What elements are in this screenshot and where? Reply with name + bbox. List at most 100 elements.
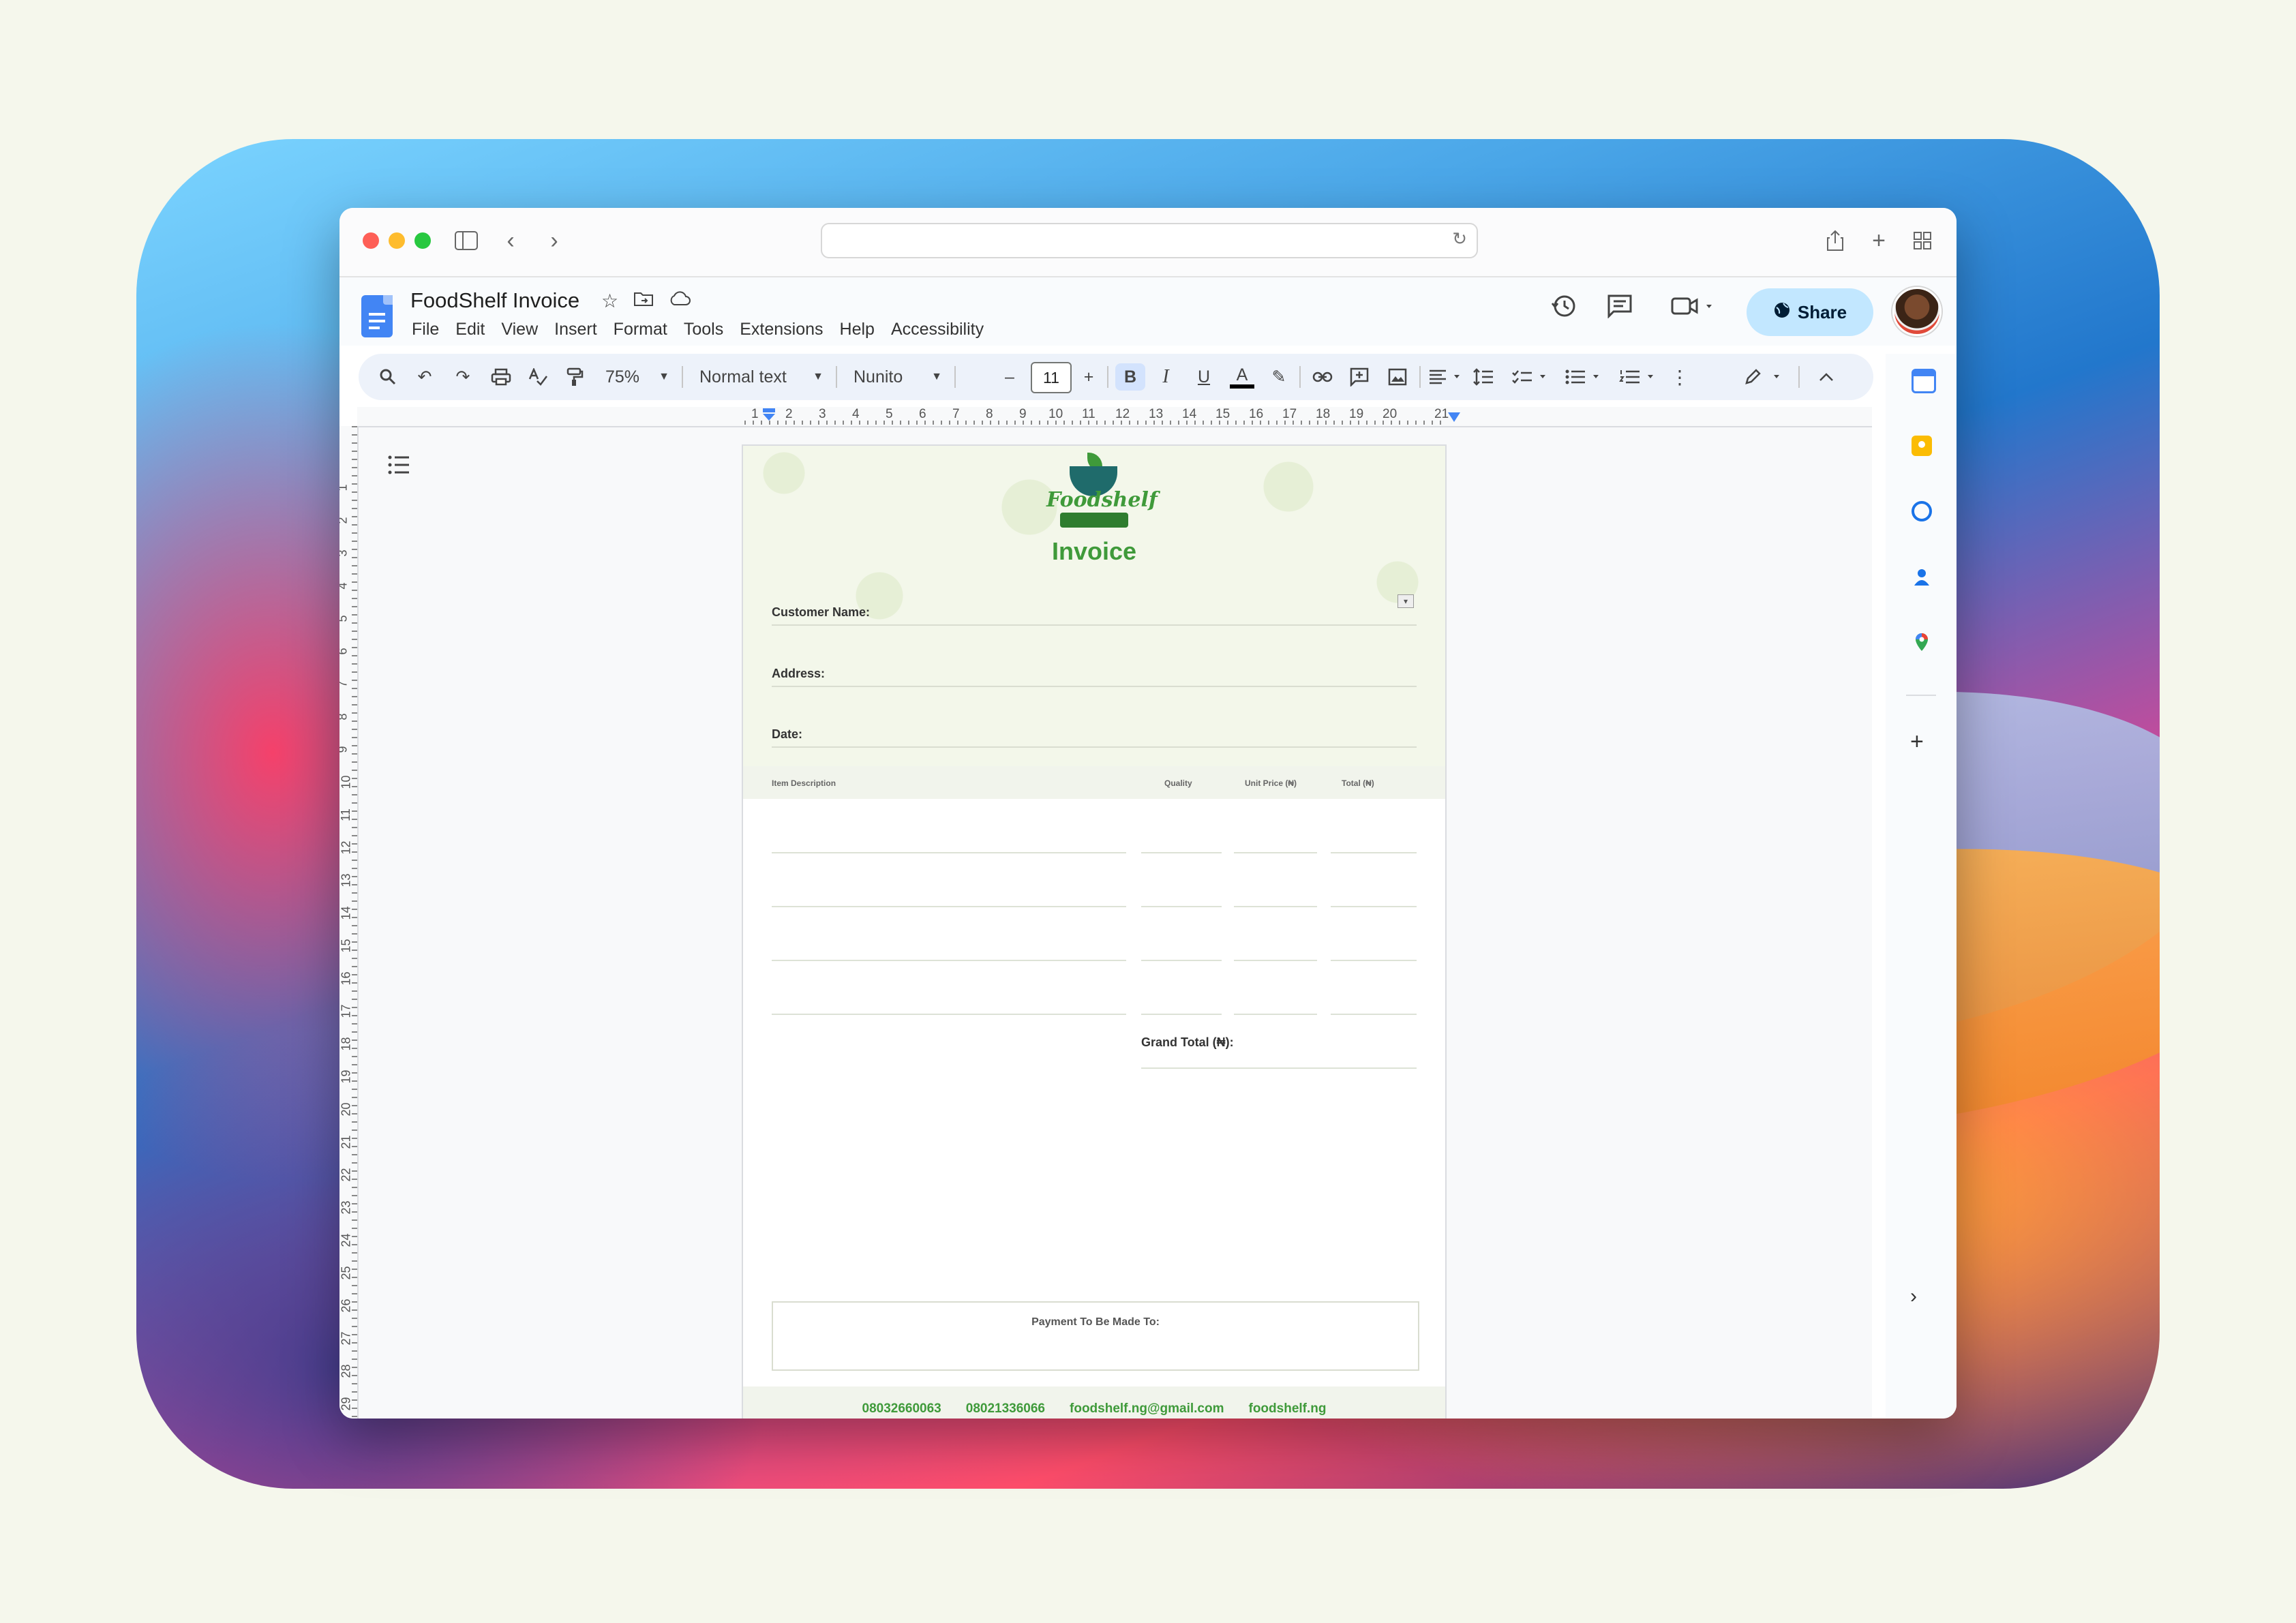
insert-image-icon[interactable] — [1385, 363, 1410, 391]
search-menus-icon[interactable] — [378, 363, 398, 391]
numbered-list-icon[interactable] — [1618, 363, 1661, 391]
highlight-color-icon[interactable]: ✎ — [1267, 363, 1291, 391]
redo-icon[interactable]: ↷ — [453, 363, 473, 391]
checklist-icon[interactable] — [1511, 363, 1553, 391]
reload-icon[interactable]: ↻ — [1452, 228, 1467, 249]
undo-icon[interactable]: ↶ — [414, 363, 435, 391]
payment-details-box[interactable]: Payment To Be Made To: — [772, 1301, 1419, 1371]
ruler-h-label: 15 — [1215, 407, 1230, 421]
menu-edit[interactable]: Edit — [455, 320, 485, 339]
grand-total-line[interactable] — [1141, 1067, 1417, 1069]
more-options-icon[interactable]: ⋮ — [1670, 363, 1689, 391]
ruler-v-label: 26 — [339, 1299, 353, 1313]
ruler-h-label: 10 — [1048, 407, 1063, 421]
calendar-icon[interactable] — [1912, 369, 1936, 393]
customer-name-field[interactable]: Customer Name: — [772, 597, 1417, 626]
ruler-h-label: 13 — [1149, 407, 1164, 421]
editing-mode-icon[interactable] — [1742, 363, 1787, 391]
menu-insert[interactable]: Insert — [554, 320, 597, 339]
keep-icon[interactable] — [1912, 436, 1932, 456]
menu-accessibility[interactable]: Accessibility — [891, 320, 984, 339]
menu-tools[interactable]: Tools — [684, 320, 723, 339]
paragraph-style-select[interactable]: Normal text ▼ — [699, 363, 824, 391]
collapse-side-panel-button[interactable]: › — [1910, 1285, 1917, 1308]
close-window-button[interactable] — [363, 232, 379, 249]
vertical-ruler: 1 2 3 4 5 6 7 8 9 10 11 12 13 14 15 16 1… — [339, 426, 359, 1419]
font-family-select[interactable]: Nunito ▼ — [854, 363, 942, 391]
new-tab-icon[interactable]: + — [1868, 223, 1890, 258]
left-indent-marker[interactable] — [761, 408, 779, 423]
maps-icon[interactable] — [1912, 632, 1932, 652]
user-avatar[interactable] — [1892, 287, 1942, 336]
ruler-h-label: 1 — [751, 407, 759, 421]
paint-format-icon[interactable] — [564, 363, 585, 391]
version-history-icon[interactable] — [1549, 291, 1579, 321]
comments-icon[interactable] — [1605, 291, 1635, 321]
document-page[interactable]: Foodshelf Invoice ▾ Customer Name: Addre… — [743, 446, 1445, 1419]
footer-website: foodshelf.ng — [1248, 1401, 1327, 1416]
ruler-v-label: 22 — [339, 1168, 353, 1182]
cloud-status-icon[interactable] — [669, 290, 691, 312]
menu-format[interactable]: Format — [614, 320, 667, 339]
invoice-heading: Invoice — [1051, 537, 1137, 565]
tab-overview-icon[interactable] — [1912, 223, 1933, 258]
contacts-icon[interactable] — [1912, 566, 1932, 587]
browser-window: ‹ › ↻ + FoodShelf Invoice ☆ File Edit Vi… — [339, 208, 1957, 1419]
address-bar[interactable]: ↻ — [821, 223, 1478, 258]
add-addon-button[interactable]: + — [1910, 729, 1924, 755]
underline-button[interactable]: U — [1192, 363, 1216, 391]
sidebar-toggle-icon[interactable] — [454, 223, 479, 258]
hide-menus-icon[interactable] — [1816, 363, 1837, 391]
ruler-h-label: 6 — [919, 407, 926, 421]
tasks-icon[interactable] — [1912, 501, 1932, 521]
ruler-v-label: 29 — [339, 1397, 353, 1411]
document-outline-icon[interactable] — [387, 455, 410, 481]
ruler-v-label: 13 — [339, 873, 353, 888]
docs-logo-icon[interactable] — [361, 295, 393, 337]
star-icon[interactable]: ☆ — [601, 290, 618, 312]
formatting-toolbar: ↶ ↷ 75% ▼ Normal text ▼ Nunito ▼ – 11 + … — [359, 354, 1873, 400]
insert-link-icon[interactable] — [1310, 363, 1335, 391]
print-icon[interactable] — [489, 363, 513, 391]
zoom-window-button[interactable] — [414, 232, 431, 249]
meet-icon[interactable] — [1669, 291, 1717, 321]
align-menu-icon[interactable] — [1428, 363, 1466, 391]
spellcheck-icon[interactable] — [528, 363, 548, 391]
ruler-h-label: 3 — [819, 407, 826, 421]
docs-header: FoodShelf Invoice ☆ File Edit View Inser… — [339, 277, 1957, 346]
menu-view[interactable]: View — [501, 320, 538, 339]
bulleted-list-icon[interactable] — [1564, 363, 1606, 391]
move-folder-icon[interactable] — [633, 290, 654, 312]
payment-label: Payment To Be Made To: — [1031, 1316, 1160, 1328]
text-color-button[interactable]: A — [1228, 363, 1256, 391]
ruler-v-label: 16 — [339, 971, 353, 986]
share-sheet-icon[interactable] — [1824, 223, 1846, 258]
zoom-select[interactable]: 75% ▼ — [605, 363, 669, 391]
minimize-window-button[interactable] — [389, 232, 405, 249]
add-comment-icon[interactable] — [1347, 363, 1372, 391]
line-spacing-icon[interactable] — [1470, 363, 1497, 391]
italic-button[interactable]: I — [1153, 363, 1178, 391]
right-indent-marker[interactable] — [1447, 411, 1462, 423]
col-item-description: Item Description — [772, 778, 836, 788]
chevron-down-icon: ▼ — [659, 371, 669, 382]
date-field[interactable]: Date: — [772, 719, 1417, 748]
document-title[interactable]: FoodShelf Invoice — [410, 288, 579, 313]
menu-extensions[interactable]: Extensions — [740, 320, 823, 339]
increase-font-size-button[interactable]: + — [1078, 363, 1099, 391]
back-button[interactable]: ‹ — [500, 223, 521, 258]
ruler-v-label: 15 — [339, 939, 353, 953]
font-size-input[interactable]: 11 — [1031, 362, 1072, 393]
ruler-v-label: 4 — [339, 582, 350, 589]
share-button[interactable]: Share — [1747, 288, 1873, 336]
ruler-v-label: 20 — [339, 1102, 353, 1117]
menu-file[interactable]: File — [412, 320, 439, 339]
text-color-letter: A — [1236, 365, 1248, 384]
decrease-font-size-button[interactable]: – — [999, 363, 1020, 391]
forward-button[interactable]: › — [544, 223, 564, 258]
bold-button[interactable]: B — [1115, 363, 1145, 391]
ruler-v-label: 6 — [339, 648, 350, 654]
menu-help[interactable]: Help — [840, 320, 875, 339]
address-field[interactable]: Address: — [772, 658, 1417, 687]
share-label: Share — [1797, 301, 1847, 322]
